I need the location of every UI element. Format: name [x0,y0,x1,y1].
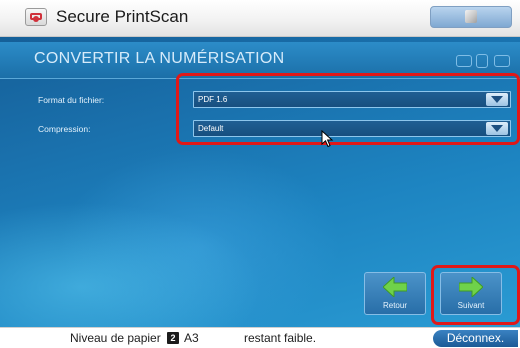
status-bar: Niveau de papier 2 A3 restant faible. Dé… [0,327,520,348]
window-icon [494,55,510,67]
title-bar: Secure PrintScan [0,0,520,37]
page-title: CONVERTIR LA NUMÉRISATION [34,50,285,67]
paper-size-text: A3 [184,331,199,345]
dropdowns-highlight [176,73,520,145]
paper-status-text: restant faible. [244,331,317,345]
paper-tray-badge: 2 [167,332,179,344]
window-icon [456,55,472,67]
cube-icon [465,10,477,23]
mouse-cursor-icon [321,130,334,148]
arrow-left-icon [383,277,407,297]
help-button[interactable] [430,6,512,28]
back-button[interactable]: Retour [364,272,426,315]
window-icon [476,54,488,68]
next-button-highlight [431,265,520,325]
logout-button[interactable]: Déconnex. [433,330,518,347]
printscan-icon [25,8,47,26]
file-format-label: Format du fichier: [38,95,105,105]
compression-label: Compression: [38,124,91,134]
main-panel: CONVERTIR LA NUMÉRISATION Format du fich… [0,37,520,327]
back-label: Retour [382,301,407,310]
paper-level-text: Niveau de papier [70,331,161,345]
app-title: Secure PrintScan [56,7,189,26]
